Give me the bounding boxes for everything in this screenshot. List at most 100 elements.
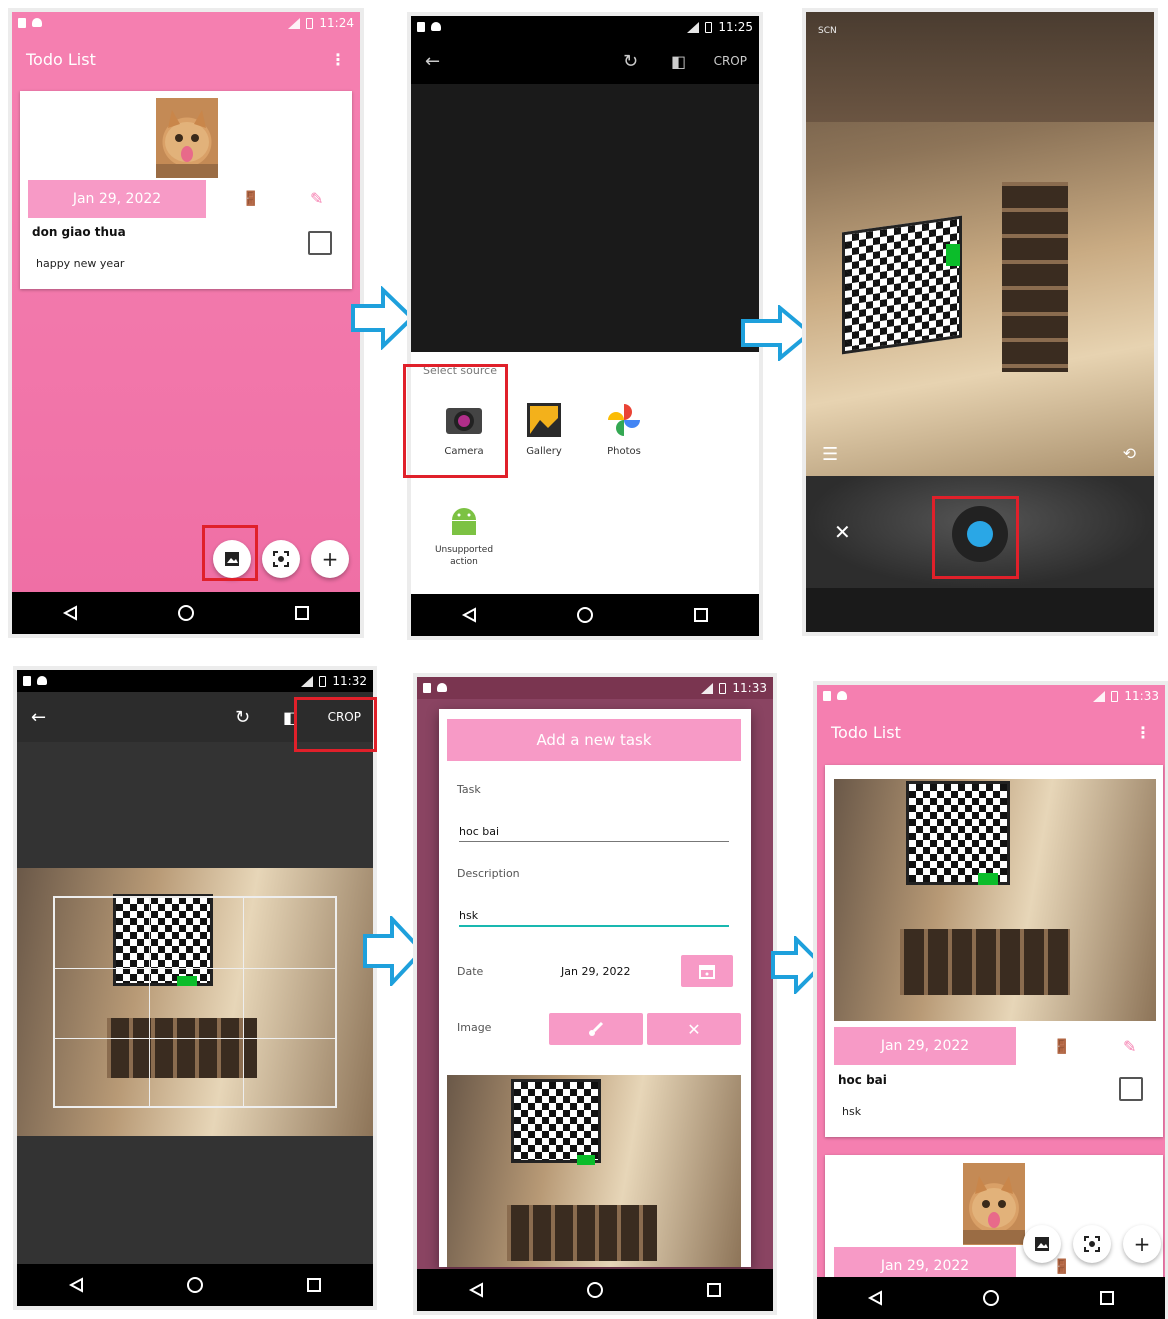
nav-recents-icon[interactable] bbox=[294, 605, 310, 621]
green-marker bbox=[577, 1155, 595, 1165]
android-nav-bar bbox=[417, 1269, 773, 1311]
cat-photo-thumbnail bbox=[156, 98, 218, 178]
nav-home-icon[interactable] bbox=[576, 606, 594, 624]
nav-recents-icon[interactable] bbox=[693, 607, 709, 623]
task-card[interactable]: Jan 29, 2022 🚪 ✎ hoc bai hsk bbox=[825, 765, 1163, 1137]
status-bar: 11:24 bbox=[12, 12, 360, 34]
ceiling bbox=[806, 12, 1154, 122]
nav-back-icon[interactable] bbox=[461, 607, 477, 623]
nav-back-icon[interactable] bbox=[867, 1290, 883, 1306]
pick-image-brush-button[interactable] bbox=[549, 1013, 643, 1045]
camera-bottom-bar bbox=[806, 588, 1154, 632]
sd-card-icon bbox=[23, 676, 31, 686]
task-input[interactable]: hoc bai bbox=[459, 825, 729, 842]
add-task-button[interactable]: + bbox=[1123, 1225, 1161, 1263]
crop-button[interactable]: CROP bbox=[714, 54, 747, 68]
nav-home-icon[interactable] bbox=[186, 1276, 204, 1294]
highlight-camera-source bbox=[403, 364, 508, 478]
app-bar: Todo List ⋮ bbox=[12, 34, 360, 84]
screen-add-task-dialog: 11:33 Add a new task Task hoc bai Descri… bbox=[417, 677, 773, 1311]
flow-arrow-icon bbox=[351, 286, 415, 350]
android-notif-icon bbox=[32, 18, 42, 27]
app-bar: Todo List ⋮ bbox=[817, 707, 1165, 757]
signal-icon bbox=[301, 675, 314, 687]
crop-frame[interactable] bbox=[53, 896, 337, 1108]
door-icon[interactable]: 🚪 bbox=[1053, 1039, 1070, 1055]
status-bar: 11:33 bbox=[417, 677, 773, 699]
shelves bbox=[507, 1205, 657, 1261]
edit-pencil-icon[interactable]: ✎ bbox=[1123, 1037, 1136, 1056]
signal-icon bbox=[288, 17, 301, 29]
crop-toolbar: ← ↻ ◧ CROP bbox=[411, 38, 759, 84]
pick-date-button[interactable] bbox=[681, 955, 733, 987]
nav-back-icon[interactable] bbox=[468, 1282, 484, 1298]
source-unsupported[interactable]: Unsupported action bbox=[431, 502, 497, 568]
nav-recents-icon[interactable] bbox=[706, 1282, 722, 1298]
nav-home-icon[interactable] bbox=[586, 1281, 604, 1299]
sd-card-icon bbox=[18, 18, 26, 28]
description-input[interactable]: hsk bbox=[459, 909, 729, 927]
status-time: 11:33 bbox=[732, 681, 767, 695]
task-date: Jan 29, 2022 bbox=[834, 1027, 1016, 1065]
sd-card-icon bbox=[417, 22, 425, 32]
door-icon[interactable]: 🚪 bbox=[242, 191, 259, 207]
nav-recents-icon[interactable] bbox=[306, 1277, 322, 1293]
edit-pencil-icon[interactable]: ✎ bbox=[310, 189, 323, 208]
switch-camera-icon[interactable]: ⟲ bbox=[1123, 444, 1136, 463]
green-marker bbox=[978, 873, 998, 885]
source-photos[interactable]: Photos bbox=[591, 402, 657, 457]
nav-back-icon[interactable] bbox=[68, 1277, 84, 1293]
android-notif-icon bbox=[437, 683, 447, 692]
flow-arrow-icon bbox=[741, 305, 814, 361]
task-description: hsk bbox=[842, 1105, 862, 1118]
android-notif-icon bbox=[431, 22, 441, 31]
flip-icon[interactable]: ◧ bbox=[671, 52, 686, 71]
scan-button[interactable] bbox=[1073, 1225, 1111, 1263]
door-icon[interactable]: 🚪 bbox=[1053, 1259, 1070, 1275]
rotate-icon[interactable]: ↻ bbox=[623, 51, 638, 72]
date-label: Date bbox=[457, 965, 484, 978]
back-arrow-icon[interactable]: ← bbox=[425, 51, 440, 72]
sd-card-icon bbox=[823, 691, 831, 701]
nav-home-icon[interactable] bbox=[982, 1289, 1000, 1307]
photos-pinwheel-icon bbox=[608, 404, 640, 436]
task-card[interactable]: Jan 29, 2022 🚪 ✎ don giao thua happy new… bbox=[20, 91, 352, 289]
task-card-2[interactable]: Jan 29, 2022 🚪 bbox=[825, 1155, 1163, 1285]
task-image bbox=[834, 779, 1156, 1021]
date-value: Jan 29, 2022 bbox=[561, 965, 631, 978]
status-time: 11:24 bbox=[319, 16, 354, 30]
android-nav-bar bbox=[817, 1277, 1165, 1319]
done-checkbox[interactable] bbox=[1119, 1077, 1143, 1101]
add-task-button[interactable]: + bbox=[311, 540, 349, 578]
clear-image-button[interactable]: ✕ bbox=[647, 1013, 741, 1045]
pick-image-button[interactable] bbox=[1023, 1225, 1061, 1263]
dialog: Add a new task Task hoc bai Description … bbox=[439, 709, 751, 1267]
screen-select-source: 11:25 ← ↻ ◧ CROP Select source Camera Ga… bbox=[411, 16, 759, 636]
battery-icon bbox=[306, 17, 314, 29]
android-icon bbox=[452, 508, 476, 535]
done-checkbox[interactable] bbox=[308, 231, 332, 255]
shelves bbox=[900, 929, 1070, 995]
nav-back-icon[interactable] bbox=[62, 605, 78, 621]
settings-sliders-icon[interactable]: ☰ bbox=[822, 444, 838, 465]
status-time: 11:32 bbox=[332, 674, 367, 688]
nav-home-icon[interactable] bbox=[177, 604, 195, 622]
scan-button[interactable] bbox=[262, 540, 300, 578]
battery-icon bbox=[719, 682, 727, 694]
task-title: don giao thua bbox=[32, 225, 126, 239]
back-arrow-icon[interactable]: ← bbox=[31, 707, 46, 728]
task-date: Jan 29, 2022 bbox=[28, 180, 206, 218]
signal-icon bbox=[687, 21, 700, 33]
close-icon[interactable]: ✕ bbox=[834, 520, 851, 544]
rotate-icon[interactable]: ↻ bbox=[235, 707, 250, 728]
green-marker bbox=[946, 244, 960, 266]
source-gallery[interactable]: Gallery bbox=[511, 402, 577, 457]
screen-todo-list-initial: 11:24 Todo List ⋮ Jan 29, 2022 🚪 ✎ don g… bbox=[12, 12, 360, 634]
brush-icon bbox=[589, 1021, 604, 1036]
screen-crop: 11:32 ← ↻ ◧ CROP bbox=[17, 670, 373, 1306]
more-vert-icon[interactable]: ⋮ bbox=[1135, 723, 1151, 742]
nav-recents-icon[interactable] bbox=[1099, 1290, 1115, 1306]
android-notif-icon bbox=[37, 676, 47, 685]
more-vert-icon[interactable]: ⋮ bbox=[330, 50, 346, 69]
gallery-icon bbox=[527, 403, 561, 437]
